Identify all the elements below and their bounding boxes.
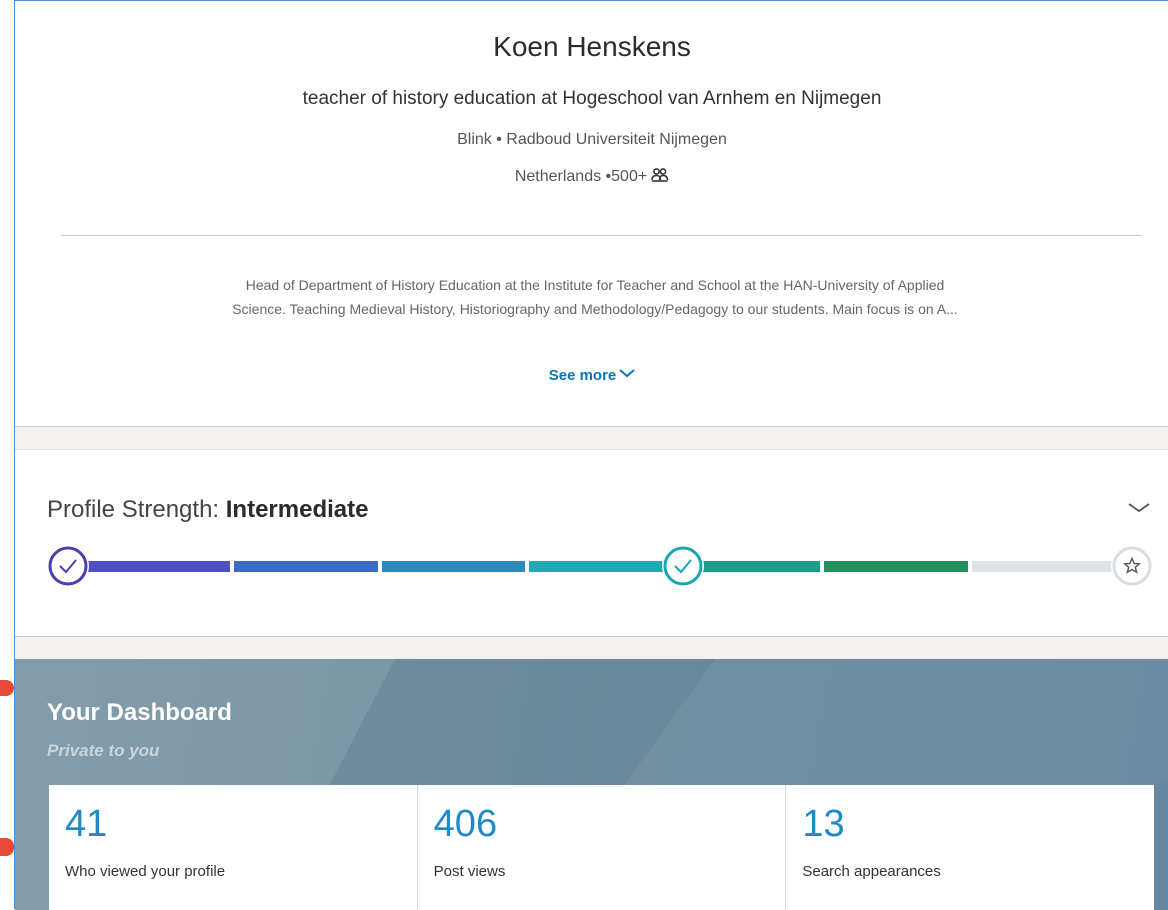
summary-line: Science. Teaching Medieval History, Hist… bbox=[232, 301, 958, 317]
summary-line: Head of Department of History Education … bbox=[245, 277, 945, 293]
stat-profile-viewers[interactable]: 41 Who viewed your profile bbox=[49, 785, 418, 910]
profile-card: Koen Henskens teacher of history educati… bbox=[15, 1, 1168, 427]
stat-post-views[interactable]: 406 Post views bbox=[418, 785, 787, 910]
profile-strength-card: Profile Strength: Intermediate bbox=[15, 449, 1168, 637]
profile-name: Koen Henskens bbox=[493, 31, 691, 62]
dashboard-title: Your Dashboard bbox=[47, 699, 232, 726]
profile-location-line: Netherlands •500+ bbox=[15, 168, 1168, 186]
offscreen-decoration bbox=[0, 838, 14, 856]
dashboard-stats: 41 Who viewed your profile 406 Post view… bbox=[49, 785, 1154, 910]
meter-segment bbox=[529, 561, 673, 572]
stat-value: 13 bbox=[802, 803, 845, 845]
meter-segment bbox=[971, 561, 1115, 572]
profile-page: Koen Henskens teacher of history educati… bbox=[14, 0, 1168, 910]
section-divider bbox=[61, 235, 1142, 236]
profile-headline: teacher of history education at Hogescho… bbox=[302, 88, 882, 109]
dashboard-card: Your Dashboard Private to you 41 Who vie… bbox=[15, 659, 1168, 910]
profile-summary: Head of Department of History Education … bbox=[45, 273, 1145, 321]
offscreen-decoration bbox=[0, 680, 14, 696]
people-icon[interactable] bbox=[651, 168, 669, 182]
see-more-button[interactable]: See more bbox=[15, 365, 1168, 384]
profile-strength-label: Profile Strength: bbox=[47, 496, 226, 523]
profile-strength-meter[interactable] bbox=[47, 545, 1157, 589]
stat-value: 406 bbox=[433, 803, 498, 845]
profile-location: Netherlands bbox=[514, 168, 602, 185]
stat-search-appearances[interactable]: 13 Search appearances bbox=[786, 785, 1154, 910]
profile-companies: Blink • Radboud Universiteit Nijmegen bbox=[457, 131, 727, 148]
chevron-down-icon bbox=[619, 365, 635, 382]
dashboard-subtitle: Private to you bbox=[47, 741, 160, 760]
meter-segment bbox=[87, 561, 231, 572]
stat-value: 41 bbox=[65, 803, 108, 845]
meter-segment bbox=[234, 561, 378, 572]
stat-label: Search appearances bbox=[802, 863, 941, 880]
profile-strength-level: Intermediate bbox=[225, 496, 369, 523]
star-icon bbox=[1111, 545, 1153, 587]
check-icon bbox=[662, 545, 704, 587]
check-icon bbox=[47, 545, 89, 587]
connections-count[interactable]: •500+ bbox=[606, 168, 648, 185]
profile-strength-title: Profile Strength: Intermediate bbox=[47, 496, 368, 524]
stat-label: Who viewed your profile bbox=[65, 863, 226, 880]
stat-label: Post views bbox=[433, 863, 506, 880]
see-more-label: See more bbox=[548, 367, 617, 384]
chevron-down-icon[interactable] bbox=[1127, 500, 1151, 516]
meter-segment bbox=[381, 561, 526, 572]
meter-segment bbox=[824, 561, 968, 572]
